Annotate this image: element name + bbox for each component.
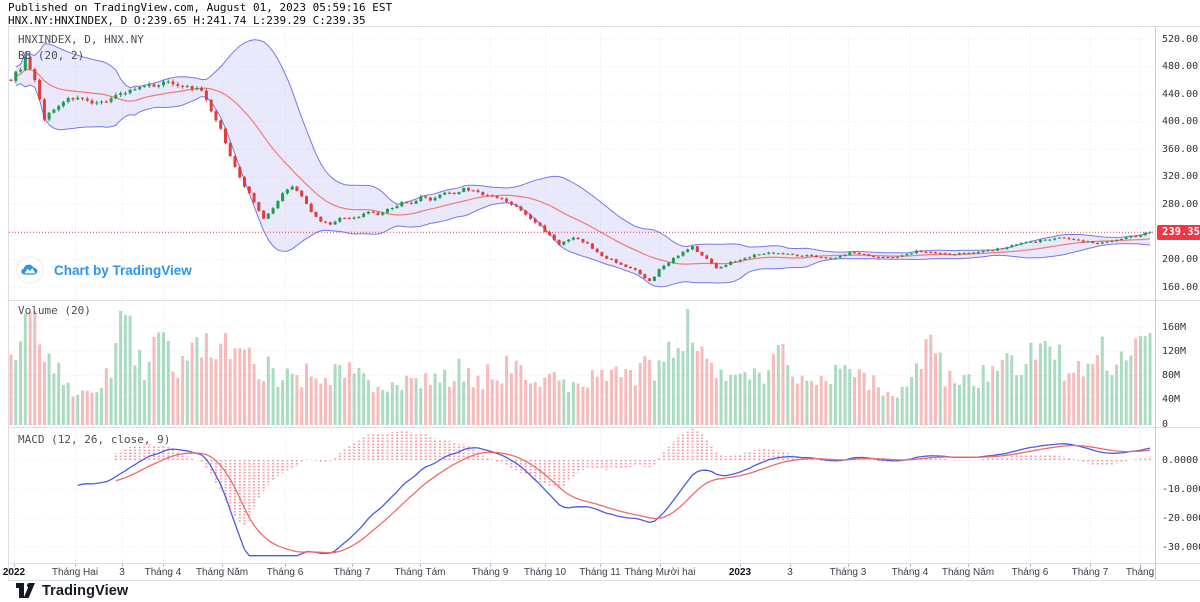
- volume-tick-label: 0: [1162, 419, 1168, 430]
- price-tick-label: 160.00: [1162, 282, 1198, 293]
- macd-pane-series: [78, 428, 1150, 555]
- bb-band: [16, 40, 1150, 287]
- price-tick-label: 200.00: [1162, 254, 1198, 265]
- price-tick-label: 440.00: [1162, 89, 1198, 100]
- macd-histogram: [116, 428, 1150, 526]
- macd-signal-line: [116, 446, 1150, 553]
- time-tick-label: Tháng: [1095, 567, 1185, 578]
- tradingview-logo-icon: [16, 582, 35, 599]
- price-tick-label: 520.00: [1162, 34, 1198, 45]
- price-tick-label: 320.00: [1162, 171, 1198, 182]
- grid: [9, 26, 1155, 567]
- price-pane-legend[interactable]: HNXINDEX, D, HNX.NY: [18, 33, 144, 46]
- volume-tick-label: 160M: [1162, 322, 1186, 333]
- volume-tick-label: 80M: [1162, 370, 1180, 381]
- macd-tick-label: -10.0000: [1162, 484, 1200, 495]
- volume-tick-label: 120M: [1162, 346, 1186, 357]
- volume-indicator-legend[interactable]: Volume (20): [18, 304, 91, 317]
- last-price-badge: 239.35: [1157, 225, 1200, 240]
- footer-brand-text: TradingView: [42, 583, 128, 599]
- chart-by-tradingview-watermark[interactable]: Chart by TradingView: [16, 256, 192, 284]
- watermark-label: Chart by TradingView: [54, 263, 192, 278]
- tradingview-cloud-icon: [16, 256, 44, 284]
- volume-tick-label: 40M: [1162, 394, 1180, 405]
- chart-canvas[interactable]: [0, 0, 1200, 602]
- volume-series: [10, 309, 1152, 425]
- price-tick-label: 360.00: [1162, 144, 1198, 155]
- price-tick-label: 400.00: [1162, 116, 1198, 127]
- time-tick-label: Tháng Mười hai: [615, 567, 705, 578]
- macd-tick-label: -20.0000: [1162, 513, 1200, 524]
- macd-tick-label: 0.0000: [1162, 455, 1198, 466]
- bb-indicator-legend[interactable]: BB (20, 2): [18, 49, 84, 62]
- pane-frame: [8, 26, 1200, 581]
- tradingview-footer-logo[interactable]: TradingView: [16, 582, 128, 599]
- published-chart-page: { "header": { "published_line": "Publish…: [0, 0, 1200, 602]
- price-tick-label: 280.00: [1162, 199, 1198, 210]
- macd-tick-label: -30.0000: [1162, 542, 1200, 553]
- price-tick-label: 480.00: [1162, 61, 1198, 72]
- macd-line: [78, 444, 1150, 556]
- macd-indicator-legend[interactable]: MACD (12, 26, close, 9): [18, 433, 170, 446]
